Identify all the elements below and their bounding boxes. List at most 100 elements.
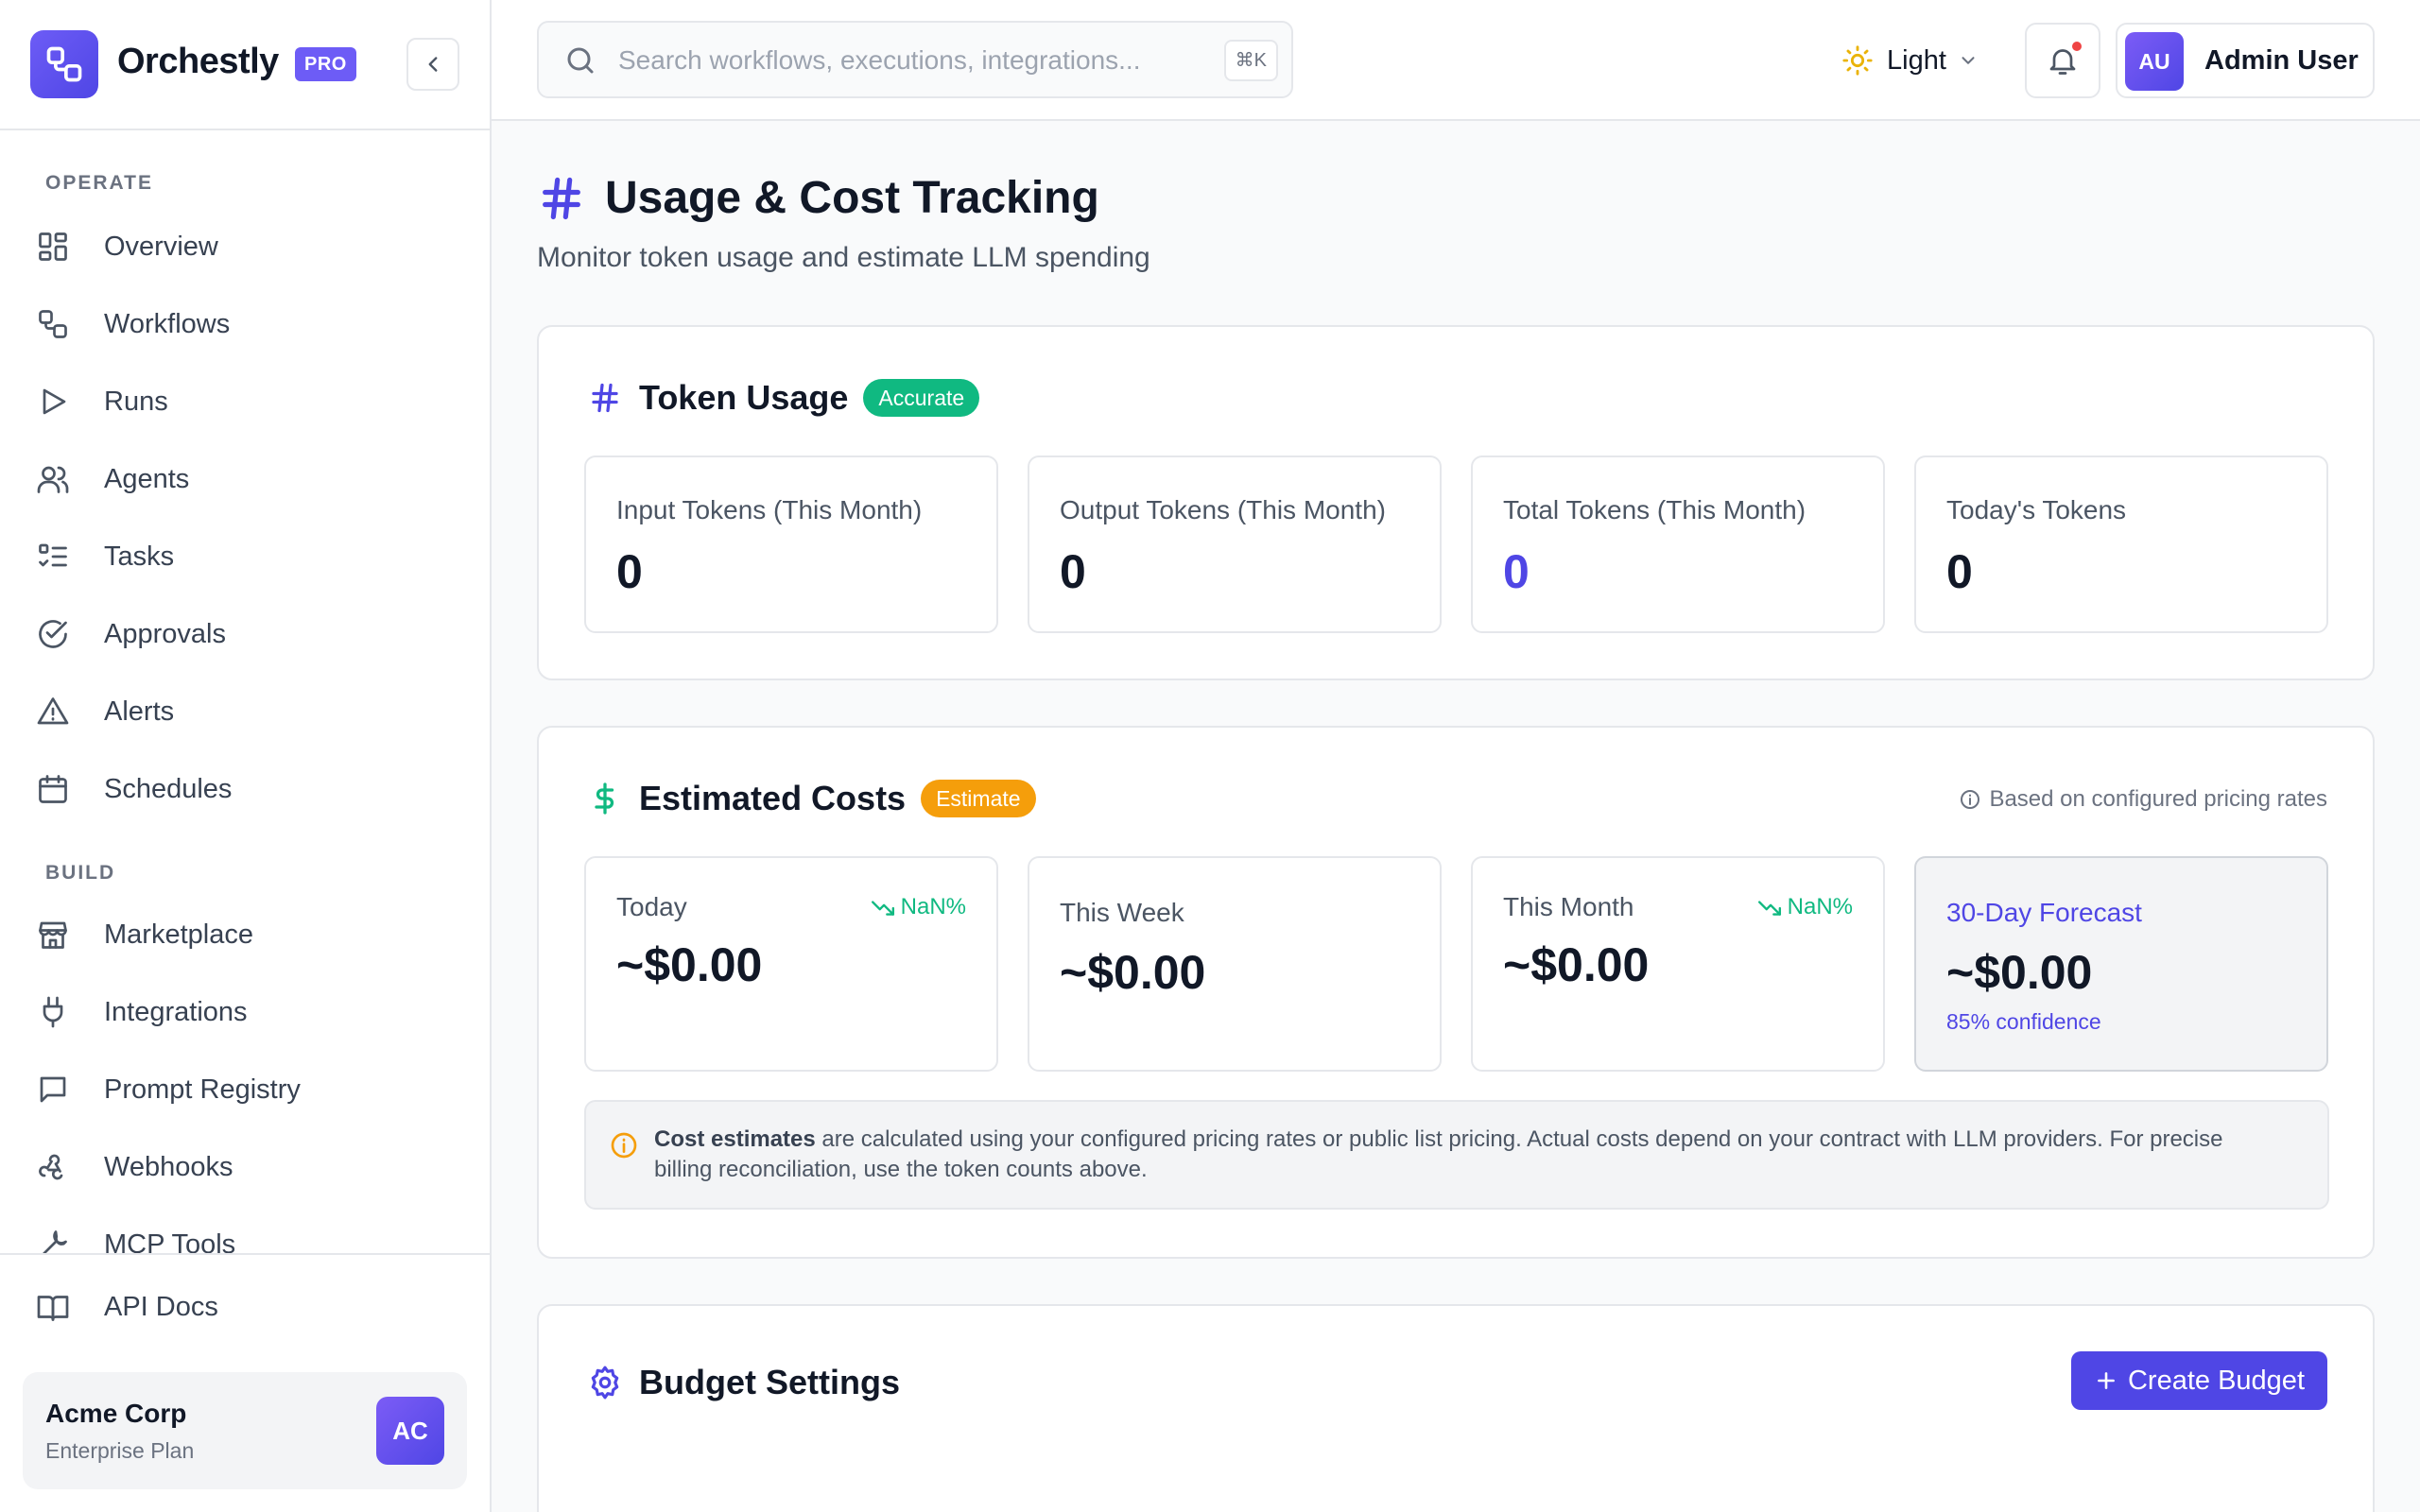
sidebar-item-runs[interactable]: Runs xyxy=(28,369,463,435)
trend-indicator: NaN% xyxy=(871,894,966,920)
chevron-down-icon xyxy=(1958,50,1979,71)
card-title: Estimated Costs xyxy=(639,779,907,817)
info-icon xyxy=(1959,788,1989,811)
check-circle-icon xyxy=(28,610,78,659)
chevron-left-icon xyxy=(428,57,438,72)
sidebar-item-agents[interactable]: Agents xyxy=(28,446,463,512)
sidebar-item-alerts[interactable]: Alerts xyxy=(28,679,463,745)
stat-cost-this-month: This Month NaN% ~$0.00 xyxy=(1471,856,1885,1072)
user-menu-button[interactable]: AU Admin User xyxy=(2116,23,2375,98)
org-switcher[interactable]: Acme Corp Enterprise Plan AC xyxy=(23,1372,467,1489)
trend-value: NaN% xyxy=(900,894,966,919)
org-plan: Enterprise Plan xyxy=(45,1438,195,1463)
create-budget-button[interactable]: Create Budget xyxy=(2070,1351,2327,1410)
sidebar-item-label: API Docs xyxy=(104,1291,218,1322)
sidebar-item-label: Webhooks xyxy=(104,1151,233,1182)
stat-cost-today: Today NaN% ~$0.00 xyxy=(584,856,998,1072)
trend-indicator: NaN% xyxy=(1757,894,1853,920)
card-header: Estimated Costs Estimate xyxy=(586,775,1036,822)
stat-value: ~$0.00 xyxy=(1060,946,1206,999)
sidebar-item-workflows[interactable]: Workflows xyxy=(28,291,463,357)
stat-label: This Month xyxy=(1503,892,1634,921)
user-name: Admin User xyxy=(2204,45,2359,76)
plug-icon xyxy=(28,988,78,1037)
search-box[interactable]: ⌘K xyxy=(537,21,1293,98)
stat-value: 0 xyxy=(1503,545,1530,598)
sidebar-nav: OPERATE Overview Workflows Runs Agents T… xyxy=(0,130,490,1255)
grid-icon xyxy=(28,222,78,271)
notification-dot xyxy=(2072,42,2082,51)
list-check-icon xyxy=(28,532,78,581)
dollar-icon xyxy=(586,780,624,817)
sidebar-item-overview[interactable]: Overview xyxy=(28,214,463,280)
users-icon xyxy=(28,455,78,504)
stat-value: ~$0.00 xyxy=(616,938,763,991)
sidebar-item-label: Runs xyxy=(104,386,168,417)
brand-logo-icon[interactable] xyxy=(30,30,98,98)
create-budget-label: Create Budget xyxy=(2127,1365,2305,1396)
budget-settings-card: Budget Settings Create Budget xyxy=(537,1304,2375,1512)
disclaimer-text: Cost estimates are calculated using your… xyxy=(654,1125,2280,1185)
trending-down-icon xyxy=(871,901,894,916)
sun-icon xyxy=(1841,44,1874,77)
card-title: Token Usage xyxy=(639,378,849,417)
sidebar-item-schedules[interactable]: Schedules xyxy=(28,756,463,822)
pro-badge: PRO xyxy=(295,47,356,81)
wrench-icon xyxy=(28,1220,78,1255)
trending-down-icon xyxy=(1757,901,1781,916)
card-title: Budget Settings xyxy=(639,1363,900,1401)
stat-label: Output Tokens (This Month) xyxy=(1060,495,1386,524)
hash-icon xyxy=(586,379,624,417)
trend-value: NaN% xyxy=(1787,894,1853,919)
sidebar-item-marketplace[interactable]: Marketplace xyxy=(28,902,463,968)
sidebar-item-label: Tasks xyxy=(104,541,175,572)
stat-output-tokens: Output Tokens (This Month) 0 xyxy=(1028,455,1442,633)
sidebar-item-label: Approvals xyxy=(104,618,226,649)
sidebar-item-mcp-tools[interactable]: MCP Tools xyxy=(28,1211,463,1255)
play-icon xyxy=(28,377,78,426)
sidebar-item-label: Prompt Registry xyxy=(104,1074,301,1105)
search-input[interactable] xyxy=(618,40,1167,81)
sidebar-footer: API Docs Acme Corp Enterprise Plan AC xyxy=(0,1253,490,1512)
stat-cost-forecast: 30-Day Forecast ~$0.00 85% confidence xyxy=(1914,856,2328,1072)
stat-label: Today's Tokens xyxy=(1946,495,2127,524)
sidebar-item-webhooks[interactable]: Webhooks xyxy=(28,1134,463,1200)
theme-toggle[interactable]: Light xyxy=(1841,32,1979,89)
shortcut-key: ⌘K xyxy=(1223,40,1278,81)
estimate-badge: Estimate xyxy=(921,780,1036,817)
stat-cost-this-week: This Week ~$0.00 xyxy=(1028,856,1442,1072)
topbar: ⌘K Light AU Admin User xyxy=(492,0,2420,121)
brand-header: Orchestly PRO xyxy=(0,0,490,130)
stat-label: Input Tokens (This Month) xyxy=(616,495,923,524)
page-title: Usage & Cost Tracking xyxy=(605,173,1099,223)
info-icon xyxy=(609,1130,639,1160)
sidebar-item-label: Alerts xyxy=(104,696,175,727)
notifications-button[interactable] xyxy=(2025,23,2100,98)
estimated-costs-card: Estimated Costs Estimate Based on config… xyxy=(537,726,2375,1259)
stat-input-tokens: Input Tokens (This Month) 0 xyxy=(584,455,998,633)
calendar-icon xyxy=(28,765,78,814)
disclaimer-bold: Cost estimates xyxy=(654,1126,816,1152)
collapse-sidebar-button[interactable] xyxy=(406,38,459,91)
pricing-note: Based on configured pricing rates xyxy=(1959,786,2327,813)
theme-label: Light xyxy=(1887,44,1946,76)
brand-name: Orchestly xyxy=(117,42,279,81)
stat-label: Today xyxy=(616,892,687,921)
nav-section-build: BUILD xyxy=(45,862,116,884)
sidebar-item-tasks[interactable]: Tasks xyxy=(28,524,463,590)
stat-todays-tokens: Today's Tokens 0 xyxy=(1914,455,2328,633)
sidebar-item-api-docs[interactable]: API Docs xyxy=(28,1274,218,1340)
pricing-note-text: Based on configured pricing rates xyxy=(1989,786,2327,812)
stat-total-tokens: Total Tokens (This Month) 0 xyxy=(1471,455,1885,633)
sidebar-item-label: Marketplace xyxy=(104,919,253,950)
sidebar-item-label: Agents xyxy=(104,463,190,494)
sidebar-item-label: Workflows xyxy=(104,308,231,339)
page-subtitle: Monitor token usage and estimate LLM spe… xyxy=(537,242,1150,273)
search-icon xyxy=(563,43,597,77)
workflow-icon xyxy=(28,300,78,349)
sidebar-item-approvals[interactable]: Approvals xyxy=(28,601,463,667)
sidebar-item-integrations[interactable]: Integrations xyxy=(28,979,463,1045)
sidebar-item-prompt-registry[interactable]: Prompt Registry xyxy=(28,1057,463,1123)
accuracy-badge: Accurate xyxy=(863,379,980,417)
card-header: Budget Settings xyxy=(586,1359,915,1406)
